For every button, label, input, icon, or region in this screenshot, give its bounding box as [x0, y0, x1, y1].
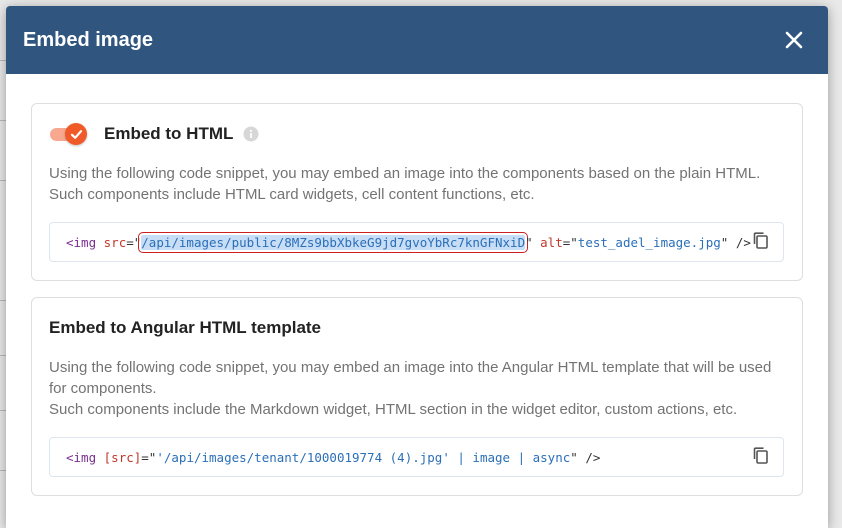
dialog-title: Embed image	[23, 28, 154, 51]
description-line: Using the following code snippet, you ma…	[49, 359, 772, 376]
info-icon[interactable]	[243, 126, 259, 142]
description-line: for components.	[49, 380, 157, 397]
code-src-value-selected[interactable]: /api/images/public/8MZs9bbXbkeG9jd7gvoYb…	[138, 231, 529, 253]
description-line: Using the following code snippet, you ma…	[49, 165, 761, 182]
code-alt-value: test_adel_image.jpg	[577, 234, 721, 250]
code-eq-quote: ="	[141, 449, 157, 465]
embed-angular-description: Using the following code snippet, you ma…	[49, 357, 794, 420]
code-eq-quote: ="	[126, 234, 142, 250]
code-attr-src: [src]	[103, 449, 142, 465]
embed-angular-card: Embed to Angular HTML template Using the…	[31, 297, 803, 496]
description-line: Such components include HTML card widget…	[49, 186, 535, 203]
embed-html-toggle[interactable]	[49, 123, 89, 145]
close-button[interactable]	[782, 28, 806, 52]
copy-icon[interactable]	[751, 446, 771, 466]
check-icon	[70, 129, 82, 139]
code-tag-close: " />	[720, 234, 751, 250]
code-attr-alt: alt	[540, 234, 563, 250]
embed-html-title: Embed to HTML	[104, 124, 234, 143]
dialog-header: Embed image	[6, 6, 828, 74]
embed-html-description: Using the following code snippet, you ma…	[49, 163, 789, 205]
embed-html-code-snippet[interactable]: <img src ="/api/images/public/8MZs9bbXbke…	[49, 222, 784, 262]
code-attr-src: src	[103, 234, 127, 250]
code-eq-quote: ="	[562, 234, 578, 250]
embed-html-header: Embed to HTML	[49, 123, 259, 145]
code-tag-open: <img	[66, 234, 97, 250]
copy-icon[interactable]	[751, 231, 771, 251]
code-tag-open: <img	[66, 449, 97, 465]
description-line: Such components include the Markdown wid…	[49, 401, 738, 418]
toggle-knob	[65, 123, 87, 145]
embed-angular-code-snippet[interactable]: <img [src] =" '/api/images/tenant/10000197…	[49, 437, 784, 477]
embed-image-dialog: Embed image Embed to HTML Using the foll…	[6, 6, 828, 528]
embed-html-card: Embed to HTML Using the following code s…	[31, 103, 803, 281]
code-tag-close: " />	[570, 449, 601, 465]
code-src-value: '/api/images/tenant/1000019774 (4).jpg' …	[156, 449, 571, 465]
embed-angular-title: Embed to Angular HTML template	[49, 318, 322, 337]
close-icon	[785, 31, 803, 49]
code-close-quote: "	[525, 234, 533, 250]
